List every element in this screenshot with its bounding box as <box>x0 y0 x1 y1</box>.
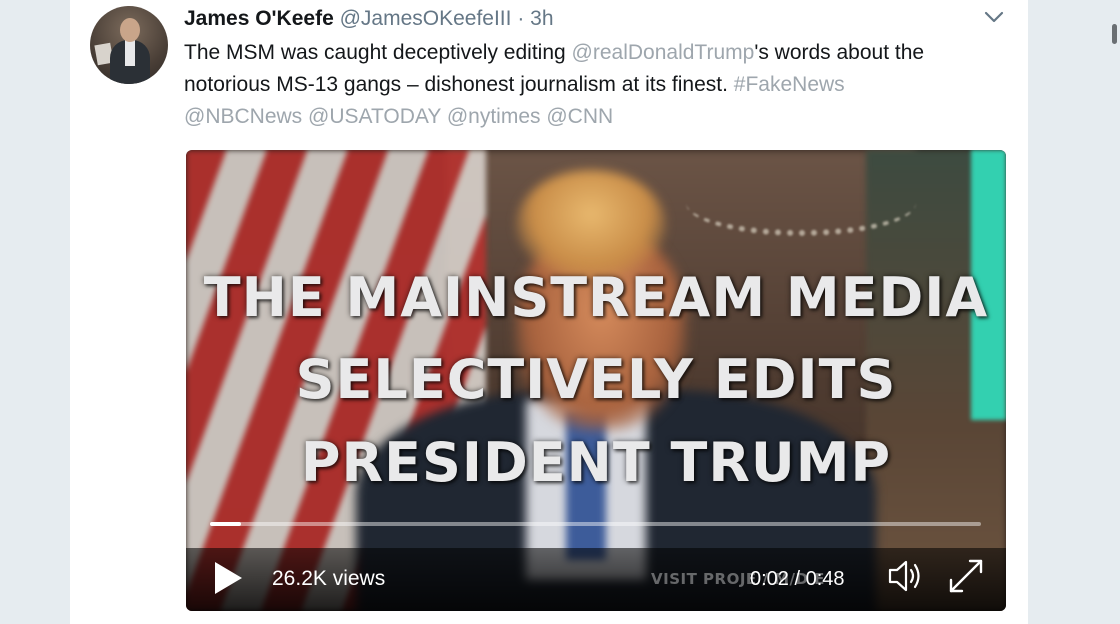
expand-icon[interactable] <box>946 556 986 596</box>
video-frame-hair <box>516 170 666 280</box>
view-count: 26.2K views <box>272 567 386 590</box>
video-frame-wreath <box>686 170 916 236</box>
tweet-header: James O'Keefe @JamesOKeefeIII · 3h <box>184 6 554 32</box>
mention-link[interactable]: @NBCNews <box>184 105 302 128</box>
video-controls: 26.2K views VISIT PROJE / M/D E 0:02 / 0… <box>186 548 1006 611</box>
chevron-down-icon[interactable] <box>982 8 1006 26</box>
author-name[interactable]: James O'Keefe <box>184 7 334 30</box>
mention-link[interactable]: @CNN <box>546 105 613 128</box>
avatar[interactable] <box>90 6 168 84</box>
mention-link[interactable]: @USATODAY <box>308 105 441 128</box>
video-progress-bar[interactable] <box>210 522 981 526</box>
tweet-text-part1: The MSM was caught deceptively editing <box>184 41 572 64</box>
author-handle[interactable]: @JamesOKeefeIII <box>340 7 512 30</box>
video-time: 0:02 / 0:48 <box>750 568 845 590</box>
play-icon[interactable] <box>212 560 244 596</box>
hashtag-link[interactable]: #FakeNews <box>734 73 845 96</box>
mention-link[interactable]: @realDonaldTrump <box>572 41 755 64</box>
mention-link[interactable]: @nytimes <box>447 105 541 128</box>
tweet-text: The MSM was caught deceptively editing @… <box>184 37 1014 133</box>
video-overlay-line: SELECTIVELY EDITS <box>295 348 897 411</box>
avatar-head <box>120 18 140 42</box>
video-overlay-line: THE MAINSTREAM MEDIA <box>203 266 989 329</box>
meta-separator: · <box>517 7 525 30</box>
video-progress-fill <box>210 522 241 526</box>
video-player[interactable]: THE MAINSTREAM MEDIA SELECTIVELY EDITS P… <box>186 150 1006 611</box>
speaker-icon[interactable] <box>886 558 924 594</box>
tweet-time[interactable]: 3h <box>530 7 553 30</box>
avatar-shirt <box>125 40 135 66</box>
video-overlay-line: PRESIDENT TRUMP <box>300 431 892 494</box>
scrollbar-thumb[interactable] <box>1112 24 1117 44</box>
